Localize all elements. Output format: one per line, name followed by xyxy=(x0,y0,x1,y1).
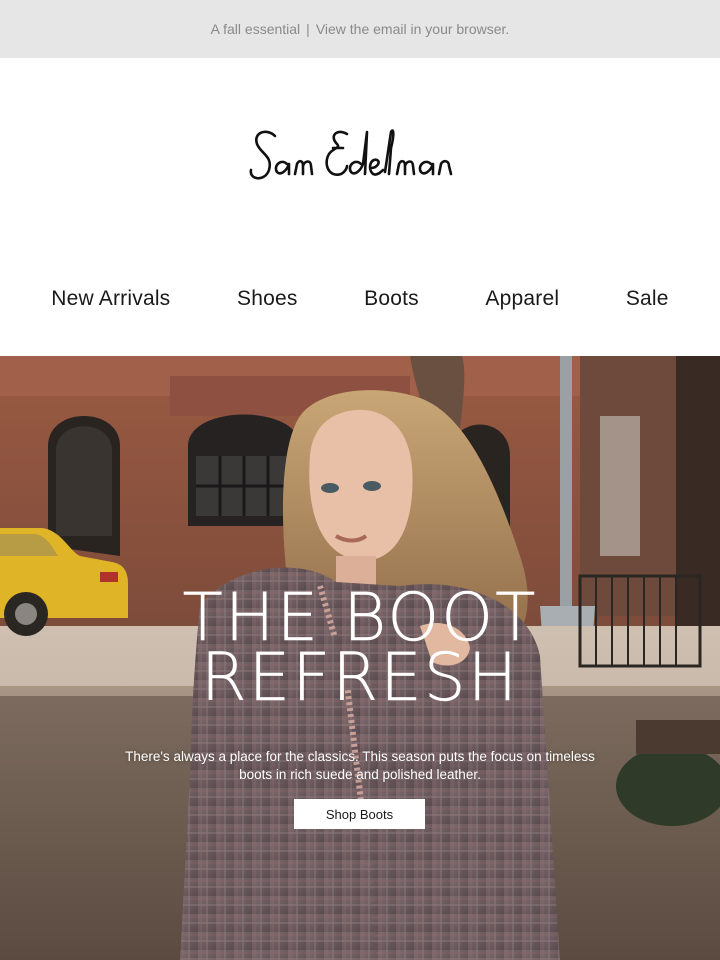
nav-shoes[interactable]: Shoes xyxy=(237,287,298,311)
preheader-bar: A fall essential | View the email in you… xyxy=(0,0,720,58)
hero-headline-line2: REFRESH xyxy=(200,639,520,716)
nav-apparel[interactable]: Apparel xyxy=(485,287,559,311)
logo-area xyxy=(0,58,720,258)
nav-sale[interactable]: Sale xyxy=(626,287,669,311)
hero-banner[interactable]: THE BOOT REFRESH There's always a place … xyxy=(0,356,720,960)
brand-logo-script xyxy=(249,129,453,180)
hero-description: There's always a place for the classics.… xyxy=(125,749,595,782)
preheader-tagline: A fall essential xyxy=(210,21,301,37)
main-navigation: New Arrivals Shoes Boots Apparel Sale xyxy=(0,268,720,330)
preheader-separator: | xyxy=(306,21,310,37)
view-in-browser-link[interactable]: View the email in your browser. xyxy=(316,21,510,37)
brand-logo[interactable] xyxy=(245,118,475,198)
nav-boots[interactable]: Boots xyxy=(364,287,419,311)
nav-new-arrivals[interactable]: New Arrivals xyxy=(51,287,170,311)
shop-boots-button[interactable]: Shop Boots xyxy=(294,799,425,829)
hero-headline: THE BOOT REFRESH xyxy=(0,584,720,716)
